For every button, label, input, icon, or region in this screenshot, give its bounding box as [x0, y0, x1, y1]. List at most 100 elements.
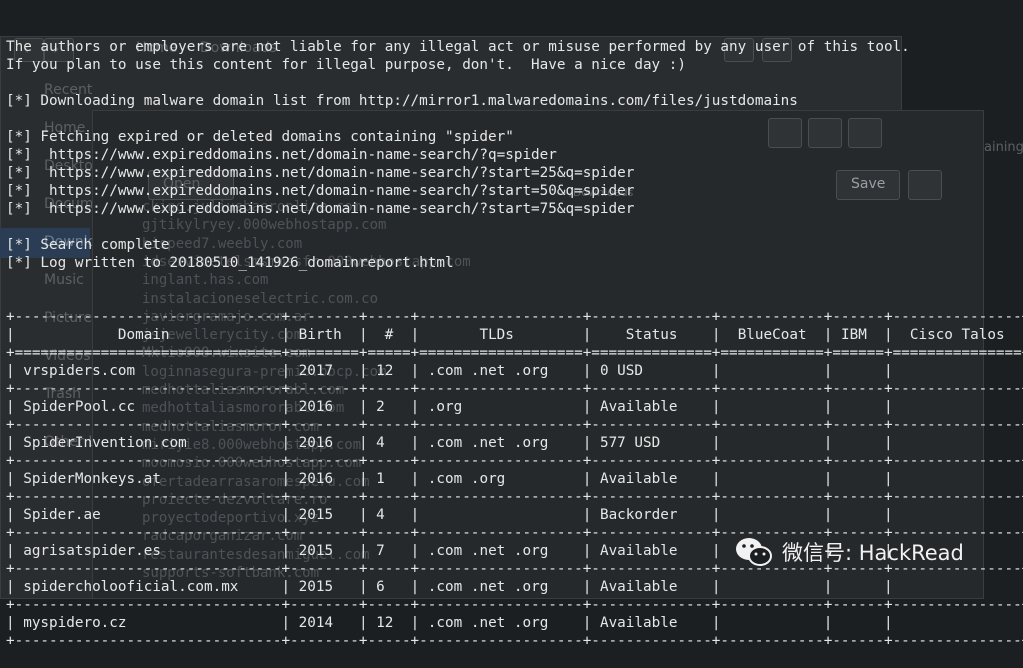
table-cell — [832, 579, 884, 595]
table-cell: 2017 — [290, 363, 359, 379]
table-border: +-------------------------------+-------… — [6, 453, 1023, 469]
table-border: +-------------------------------+-------… — [6, 633, 1023, 649]
table-cell: Available — [591, 471, 712, 487]
terminal-line: [*] https://www.expireddomains.net/domai… — [6, 165, 635, 181]
watermark-text: 微信号: HackRead — [782, 541, 964, 565]
terminal[interactable]: The authors or employers are not liable … — [0, 0, 1023, 649]
table-cell: 6 — [367, 579, 411, 595]
table-border: +-------------------------------+-------… — [6, 309, 1023, 325]
table-cell: .com .net .org — [419, 435, 583, 451]
table-cell: .com .net .org — [419, 579, 583, 595]
table-cell: SpiderMonkeys.at — [14, 471, 282, 487]
table-cell — [419, 507, 583, 523]
terminal-line: [*] Log written to 20180510_141926_domai… — [6, 255, 454, 271]
table-cell — [720, 579, 823, 595]
wechat-icon — [734, 536, 774, 568]
table-cell: 2015 — [290, 543, 359, 559]
table-cell: 7 — [367, 543, 411, 559]
table-cell — [720, 507, 823, 523]
table-cell: Available — [591, 579, 712, 595]
table-header-cell: Birth — [290, 327, 359, 343]
table-cell: SpiderPool.cc — [14, 399, 282, 415]
table-header-separator: +===============================+=======… — [6, 345, 1023, 361]
table-row: | SpiderInvention.com | 2016 | 4 | .com … — [6, 434, 1023, 452]
table-header-row: | Domain | Birth | # | TLDs | Status | B… — [6, 327, 1023, 343]
table-row: | SpiderPool.cc | 2016 | 2 | .org | Avai… — [6, 398, 1023, 416]
table-cell — [720, 615, 823, 631]
table-cell: 4 — [367, 435, 411, 451]
table-cell: Spider.ae — [14, 507, 282, 523]
table-cell: Available — [591, 543, 712, 559]
terminal-line: If you plan to use this content for ille… — [6, 57, 686, 73]
table-cell: 2016 — [290, 471, 359, 487]
table-cell — [832, 435, 884, 451]
domain-results-table: +-------------------------------+-------… — [6, 308, 1023, 650]
terminal-line: [*] https://www.expireddomains.net/domai… — [6, 201, 635, 217]
table-cell: spidercholooficial.com.mx — [14, 579, 282, 595]
terminal-line: [*] Fetching expired or deleted domains … — [6, 129, 514, 145]
table-cell — [720, 435, 823, 451]
table-cell: Backorder — [591, 507, 712, 523]
table-cell — [893, 435, 1022, 451]
table-cell: Available — [591, 615, 712, 631]
table-row: | myspidero.cz | 2014 | 12 | .com .net .… — [6, 614, 1023, 632]
table-header-cell: Domain — [14, 327, 282, 343]
table-cell: SpiderInvention.com — [14, 435, 282, 451]
table-cell — [893, 579, 1022, 595]
terminal-line: [*] Downloading malware domain list from… — [6, 93, 798, 109]
table-header-cell: TLDs — [419, 327, 583, 343]
table-row: | spidercholooficial.com.mx | 2015 | 6 |… — [6, 578, 1023, 596]
table-cell — [720, 471, 823, 487]
table-cell: 12 — [367, 615, 411, 631]
table-cell — [832, 507, 884, 523]
table-cell: 2015 — [290, 507, 359, 523]
table-cell: 12 — [367, 363, 411, 379]
table-cell: 2014 — [290, 615, 359, 631]
table-cell: agrisatspider.es — [14, 543, 282, 559]
table-cell — [893, 615, 1022, 631]
wechat-watermark: 微信号: HackRead — [734, 534, 964, 570]
table-row: | vrspiders.com | 2017 | 12 | .com .net … — [6, 362, 1023, 380]
table-cell: myspidero.cz — [14, 615, 282, 631]
table-cell: 2016 — [290, 435, 359, 451]
table-border: +-------------------------------+-------… — [6, 597, 1023, 613]
table-cell: 2 — [367, 399, 411, 415]
table-row: | Spider.ae | 2015 | 4 | | Backorder | |… — [6, 506, 1023, 524]
table-header-cell: Cisco Talos — [892, 327, 1022, 343]
table-cell: .com .net .org — [419, 615, 583, 631]
table-cell — [832, 615, 884, 631]
table-border: +-------------------------------+-------… — [6, 381, 1023, 397]
table-header-cell: IBM — [832, 327, 885, 343]
table-cell — [893, 399, 1022, 415]
terminal-line: [*] https://www.expireddomains.net/domai… — [6, 147, 557, 163]
terminal-output: The authors or employers are not liable … — [6, 38, 1023, 272]
table-cell: 0 USD — [591, 363, 712, 379]
table-cell — [832, 471, 884, 487]
table-cell: .com .net .org — [419, 363, 583, 379]
table-cell: 2015 — [290, 579, 359, 595]
table-border: +-------------------------------+-------… — [6, 417, 1023, 433]
table-cell — [893, 363, 1022, 379]
table-cell: vrspiders.com — [14, 363, 282, 379]
table-cell: Available — [591, 399, 712, 415]
table-header-cell: Status — [591, 327, 712, 343]
table-cell: .org — [419, 399, 583, 415]
table-cell: 2016 — [290, 399, 359, 415]
table-header-cell: BlueCoat — [720, 327, 824, 343]
terminal-line: [*] Search complete — [6, 237, 170, 253]
table-cell — [832, 363, 884, 379]
table-cell — [893, 471, 1022, 487]
terminal-line: [*] https://www.expireddomains.net/domai… — [6, 183, 635, 199]
table-cell: 4 — [367, 507, 411, 523]
table-header-cell: # — [367, 327, 411, 343]
terminal-line: The authors or employers are not liable … — [6, 39, 910, 55]
table-cell — [720, 363, 823, 379]
table-row: | SpiderMonkeys.at | 2016 | 1 | .com .or… — [6, 470, 1023, 488]
table-cell — [720, 399, 823, 415]
table-cell: .com .net .org — [419, 543, 583, 559]
table-cell: 577 USD — [591, 435, 712, 451]
table-cell — [832, 399, 884, 415]
